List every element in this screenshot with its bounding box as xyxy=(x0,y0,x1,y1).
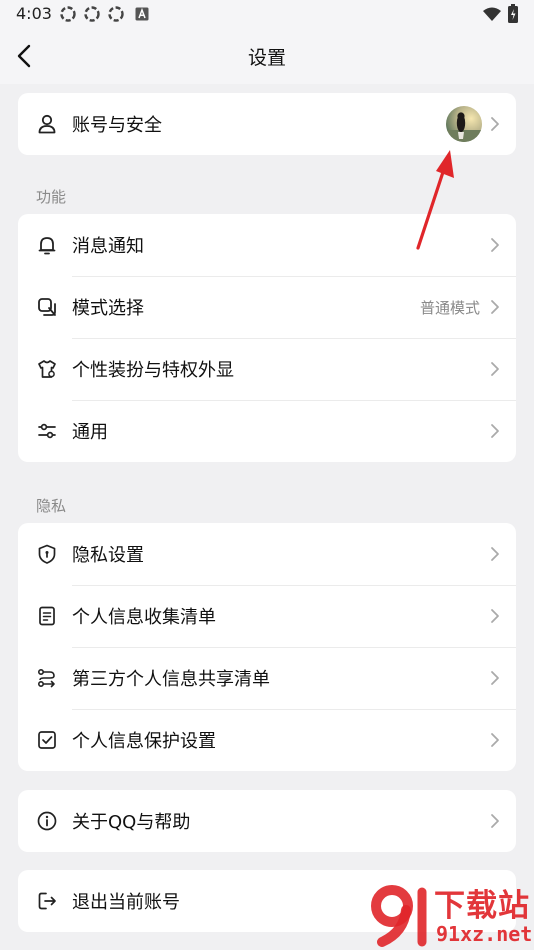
user-icon xyxy=(38,114,56,134)
site-watermark: 下载站 91xz.net xyxy=(362,880,534,950)
chevron-right-icon xyxy=(491,300,499,314)
sliders-icon xyxy=(38,423,56,439)
info-collection-row[interactable]: 个人信息收集清单 xyxy=(18,585,516,647)
tshirt-icon xyxy=(38,360,56,378)
about-card: 关于QQ与帮助 xyxy=(18,790,516,852)
personalize-label: 个性装扮与特权外显 xyxy=(72,360,234,381)
info-collection-label: 个人信息收集清单 xyxy=(72,607,216,628)
bell-icon xyxy=(38,237,56,255)
chevron-right-icon xyxy=(491,424,499,438)
status-bar: 4:03 xyxy=(0,0,534,28)
privacy-settings-row[interactable]: 隐私设置 xyxy=(18,523,516,585)
check-square-icon xyxy=(38,731,56,749)
battery-icon xyxy=(508,4,518,23)
mode-selection-label: 模式选择 xyxy=(72,298,144,319)
general-row[interactable]: 通用 xyxy=(18,400,516,462)
document-list-icon xyxy=(39,606,55,626)
about-help-row[interactable]: 关于QQ与帮助 xyxy=(18,790,516,852)
watermark-url-text: 91xz.net xyxy=(436,922,533,946)
chevron-right-icon xyxy=(491,362,499,376)
chevron-right-icon xyxy=(491,814,499,828)
general-label: 通用 xyxy=(72,422,108,443)
shield-icon xyxy=(38,544,56,564)
notifications-label: 消息通知 xyxy=(72,236,144,257)
app-notification-icon xyxy=(84,6,100,22)
personalize-row[interactable]: 个性装扮与特权外显 xyxy=(18,338,516,400)
info-protection-label: 个人信息保护设置 xyxy=(72,731,216,752)
avatar xyxy=(446,106,482,142)
annotation-arrow xyxy=(416,150,454,250)
share-flow-icon xyxy=(37,668,55,688)
chevron-right-icon xyxy=(491,117,499,131)
watermark-brand-text: 下载站 xyxy=(434,888,530,924)
logout-icon xyxy=(38,892,56,910)
chevron-right-icon xyxy=(491,238,499,252)
section-header-features: 功能 xyxy=(36,188,67,206)
status-time: 4:03 xyxy=(16,4,52,23)
font-notification-icon xyxy=(135,7,149,21)
mode-switch-icon xyxy=(38,298,56,316)
section-header-privacy: 隐私 xyxy=(36,497,67,515)
info-protection-row[interactable]: 个人信息保护设置 xyxy=(18,709,516,771)
chevron-right-icon xyxy=(491,547,499,561)
privacy-card: 隐私设置 个人信息收集清单 第三方个人信息共享清单 个人信息保护设置 xyxy=(18,523,516,771)
app-notification-icon xyxy=(108,6,124,22)
mode-current-value: 普通模式 xyxy=(419,299,480,317)
chevron-right-icon xyxy=(491,733,499,747)
info-icon xyxy=(37,811,57,831)
watermark-logo-icon xyxy=(371,885,427,947)
logout-label: 退出当前账号 xyxy=(72,892,180,913)
about-help-label: 关于QQ与帮助 xyxy=(72,812,191,833)
third-party-sharing-row[interactable]: 第三方个人信息共享清单 xyxy=(18,647,516,709)
mode-selection-row[interactable]: 模式选择 普通模式 xyxy=(18,276,516,338)
chevron-right-icon xyxy=(491,671,499,685)
app-notification-icon xyxy=(60,6,76,22)
page-title: 设置 xyxy=(247,47,286,69)
third-party-sharing-label: 第三方个人信息共享清单 xyxy=(72,669,270,690)
chevron-right-icon xyxy=(491,609,499,623)
wifi-icon xyxy=(483,7,501,21)
privacy-settings-label: 隐私设置 xyxy=(72,545,144,566)
account-security-label: 账号与安全 xyxy=(72,115,162,136)
top-navigation-bar: 设置 xyxy=(0,28,534,84)
